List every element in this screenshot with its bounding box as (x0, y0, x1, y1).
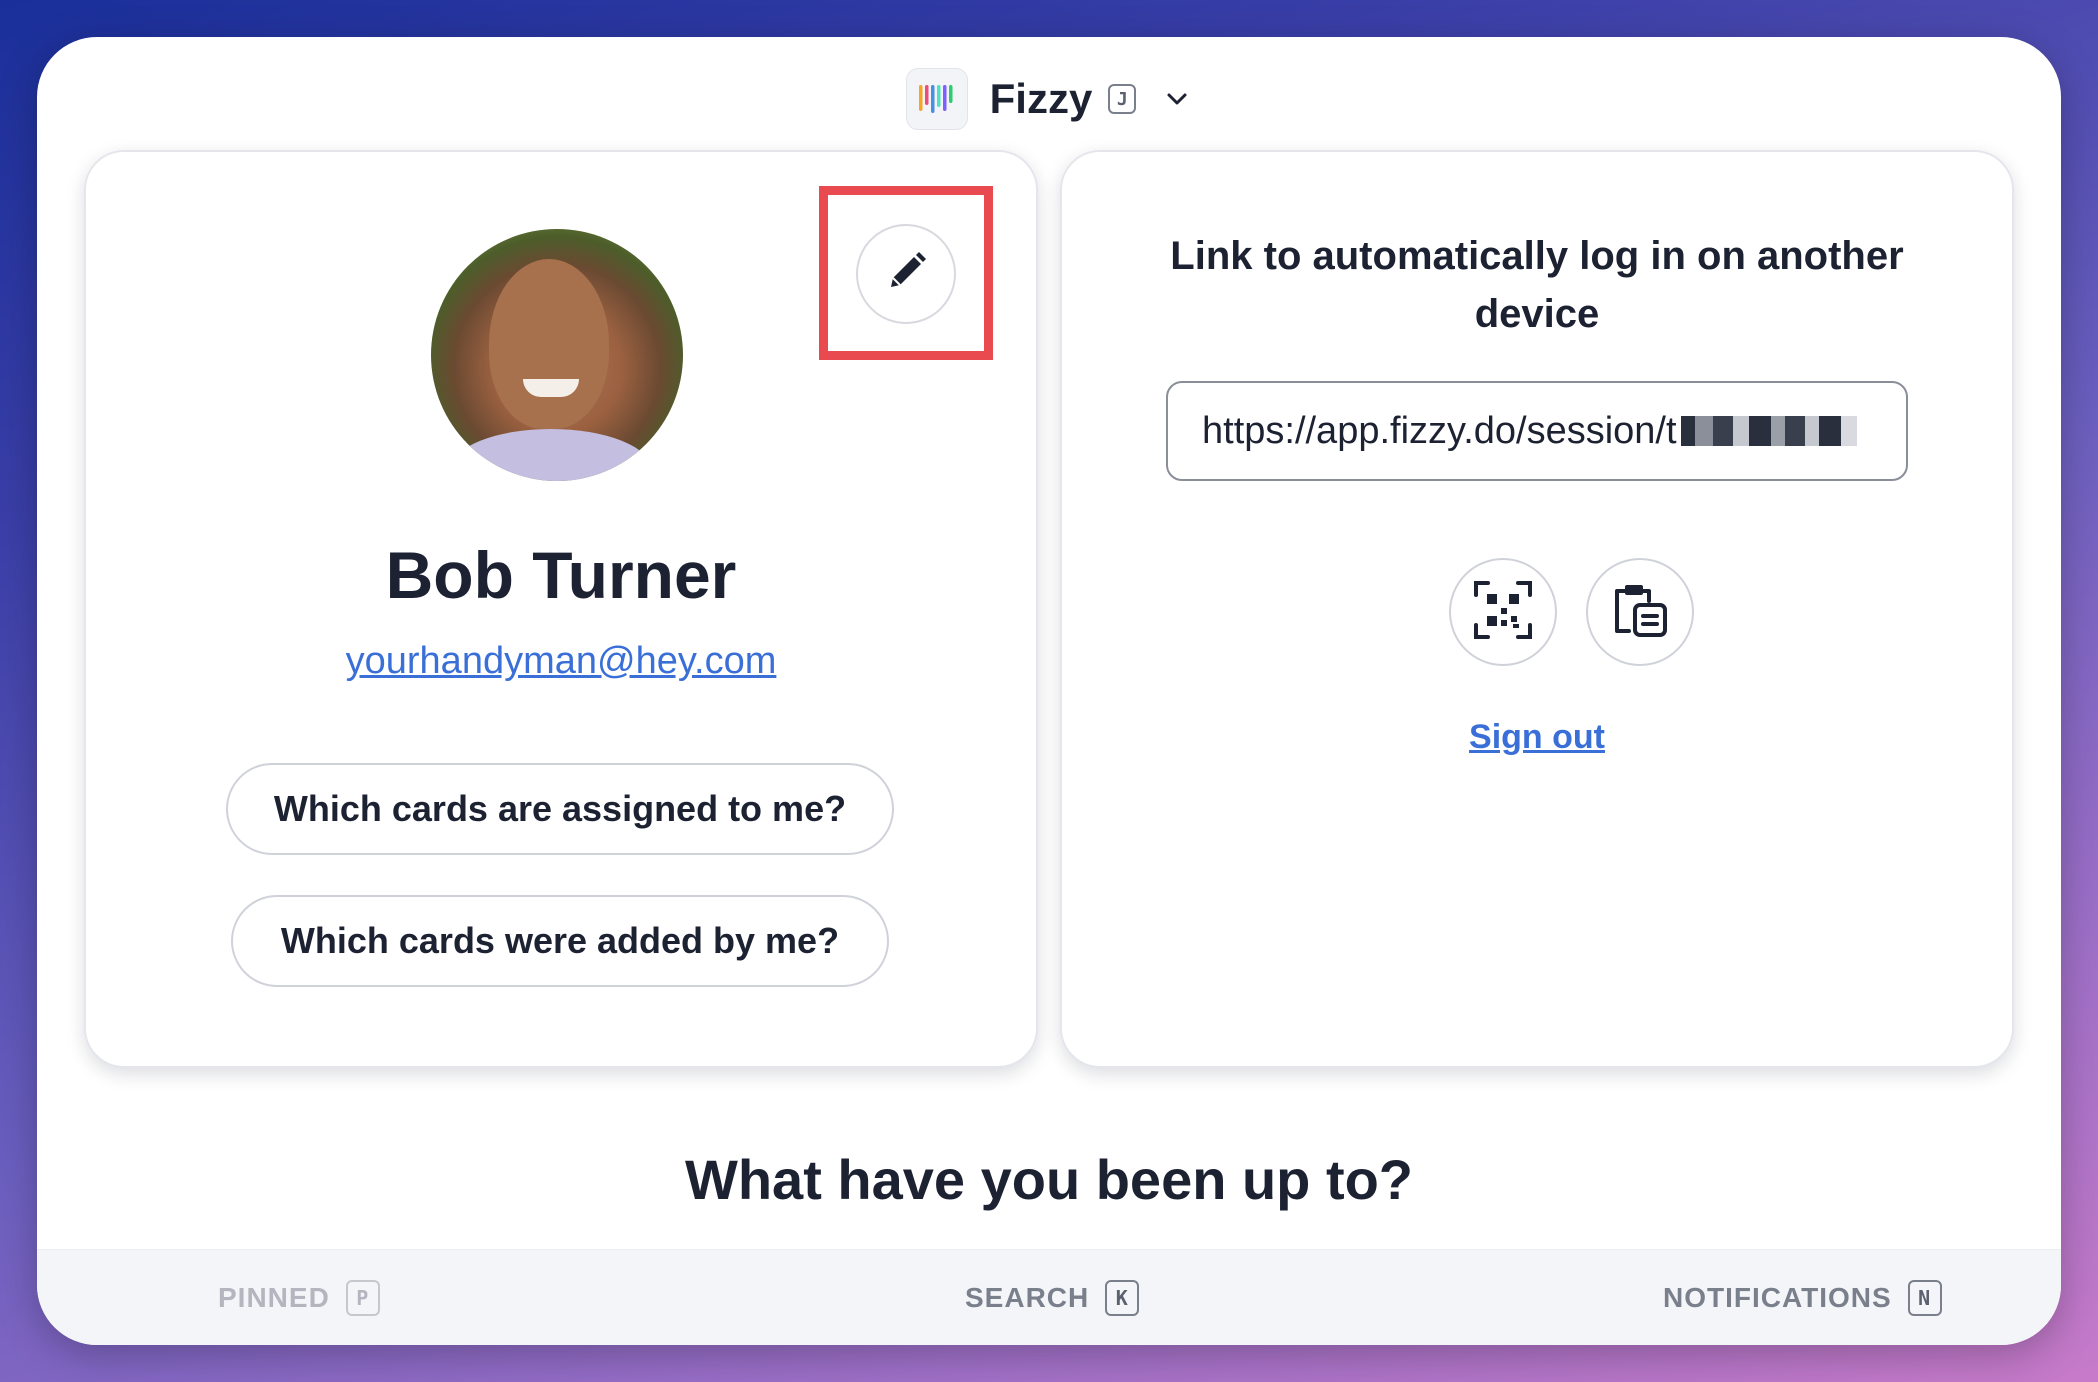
notifications-shortcut: N (1907, 1280, 1942, 1316)
copy-link-button[interactable] (1586, 558, 1694, 666)
bottom-bar: PINNED P SEARCH K NOTIFICATIONS N (37, 1249, 2061, 1345)
activity-heading: What have you been up to? (684, 1148, 1414, 1211)
login-url-field[interactable]: https://app.fizzy.do/session/t (1166, 381, 1908, 481)
sign-out-link[interactable]: Sign out (1062, 718, 2012, 757)
chevron-down-icon[interactable] (1162, 84, 1192, 114)
pinned-tab[interactable]: PINNED P (218, 1280, 380, 1316)
notifications-tab[interactable]: NOTIFICATIONS N (1663, 1280, 1942, 1316)
login-url-text: https://app.fizzy.do/session/t (1202, 409, 1677, 452)
show-qr-code-button[interactable] (1449, 558, 1557, 666)
login-link-heading: Link to automatically log in on another … (1170, 234, 1904, 336)
fizzy-logo-icon[interactable] (905, 68, 968, 130)
user-email-link[interactable]: yourhandyman@hey.com (86, 640, 1036, 683)
app-header: Fizzy J (37, 59, 2061, 139)
assigned-cards-button[interactable]: Which cards are assigned to me? (226, 763, 894, 855)
avatar (431, 229, 683, 481)
pinned-shortcut: P (345, 1280, 380, 1316)
search-label: SEARCH (965, 1282, 1090, 1313)
app-name[interactable]: Fizzy (990, 75, 1093, 123)
user-name: Bob Turner (385, 538, 737, 612)
notifications-label: NOTIFICATIONS (1663, 1282, 1892, 1313)
redacted-token (1680, 416, 1857, 446)
qr-code-icon (1472, 579, 1534, 646)
search-tab[interactable]: SEARCH K (965, 1280, 1140, 1316)
clipboard-icon (1609, 579, 1671, 646)
edit-profile-button[interactable] (856, 224, 956, 324)
pinned-label: PINNED (218, 1282, 330, 1313)
pencil-icon (883, 249, 929, 300)
app-window: Fizzy J Bob Turner yourhandyman@hey.com … (37, 37, 2061, 1345)
profile-card: Bob Turner yourhandyman@hey.com Which ca… (84, 150, 1038, 1068)
search-shortcut: K (1105, 1280, 1140, 1316)
login-link-card: Link to automatically log in on another … (1060, 150, 2014, 1068)
app-switch-shortcut: J (1108, 84, 1137, 114)
added-cards-button[interactable]: Which cards were added by me? (231, 895, 889, 987)
